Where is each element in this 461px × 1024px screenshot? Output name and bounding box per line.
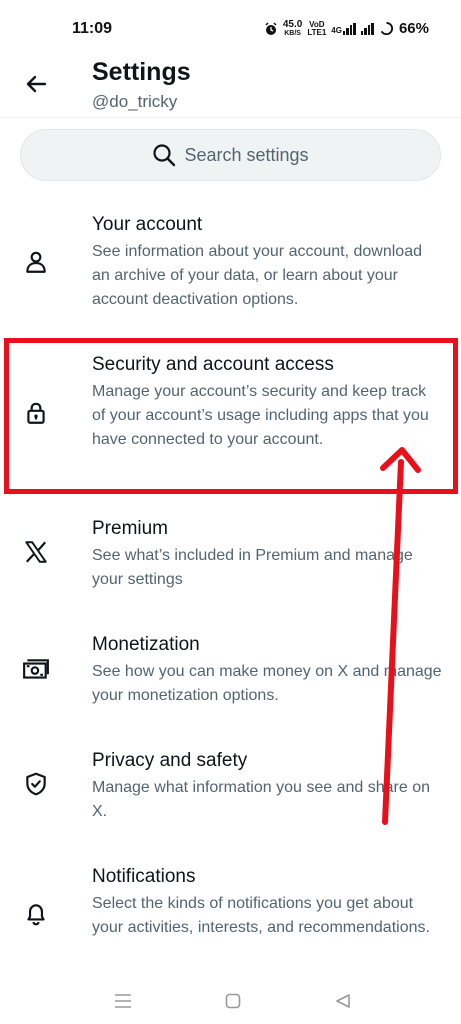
search-placeholder: Search settings: [184, 144, 309, 165]
arrow-left-icon: [26, 75, 47, 93]
item-title: Security and account access: [92, 354, 334, 375]
triangle-back-icon: [336, 994, 350, 1008]
item-title: Monetization: [92, 634, 200, 655]
status-bar: 11:09 45.0 KB/S VoD LTE1 4G 66%: [0, 0, 461, 58]
bell-icon: [22, 900, 50, 928]
item-description: See how you can make money on X and mana…: [92, 663, 442, 704]
settings-item-security[interactable]: Security and account access Manage your …: [0, 354, 461, 480]
signal-icon: [342, 22, 356, 35]
item-title: Notifications: [92, 866, 196, 887]
status-icons: 45.0 KB/S VoD LTE1 4G 66%: [264, 20, 429, 37]
settings-item-privacy[interactable]: Privacy and safety Manage what informati…: [0, 750, 461, 826]
battery-ring-icon: [379, 21, 394, 36]
page-title: Settings: [92, 58, 191, 86]
money-icon: [22, 656, 50, 684]
item-description: See information about your account, down…: [92, 243, 422, 308]
net-speed: 45.0 KB/S: [282, 19, 303, 38]
item-description: Manage your account’s security and keep …: [92, 383, 429, 448]
search-input[interactable]: Search settings: [20, 129, 441, 181]
square-home-icon: [225, 993, 241, 1009]
system-nav-bar: [0, 976, 461, 1024]
search-icon: [153, 144, 176, 167]
x-logo-icon: [22, 538, 50, 566]
menu-lines-icon: [115, 994, 131, 1008]
person-icon: [22, 248, 50, 276]
shield-check-icon: [22, 770, 50, 798]
lock-icon: [22, 399, 50, 427]
settings-item-notifications[interactable]: Notifications Select the kinds of notifi…: [0, 866, 461, 966]
signal-icon-2: [360, 22, 374, 35]
recents-button[interactable]: [108, 986, 138, 1016]
status-time: 11:09: [72, 20, 113, 37]
item-title: Your account: [92, 214, 203, 235]
battery-percent: 66%: [398, 20, 429, 37]
item-description: Select the kinds of notifications you ge…: [92, 895, 430, 936]
settings-item-your-account[interactable]: Your account See information about your …: [0, 214, 461, 314]
back-nav-button[interactable]: [328, 986, 358, 1016]
item-description: Manage what information you see and shar…: [92, 779, 430, 820]
item-description: See what’s included in Premium and manag…: [92, 547, 413, 588]
item-title: Privacy and safety: [92, 750, 248, 771]
item-title: Premium: [92, 518, 169, 539]
header: Settings @do_tricky: [0, 52, 461, 118]
user-handle: @do_tricky: [92, 92, 178, 111]
volte-indicator: VoD LTE1: [307, 19, 327, 37]
settings-item-monetization[interactable]: Monetization See how you can make money …: [0, 634, 461, 710]
back-button[interactable]: [20, 68, 52, 100]
network-type: 4G: [331, 25, 342, 35]
home-button[interactable]: [218, 986, 248, 1016]
alarm-icon: [265, 21, 277, 35]
settings-item-premium[interactable]: Premium See what’s included in Premium a…: [0, 518, 461, 594]
